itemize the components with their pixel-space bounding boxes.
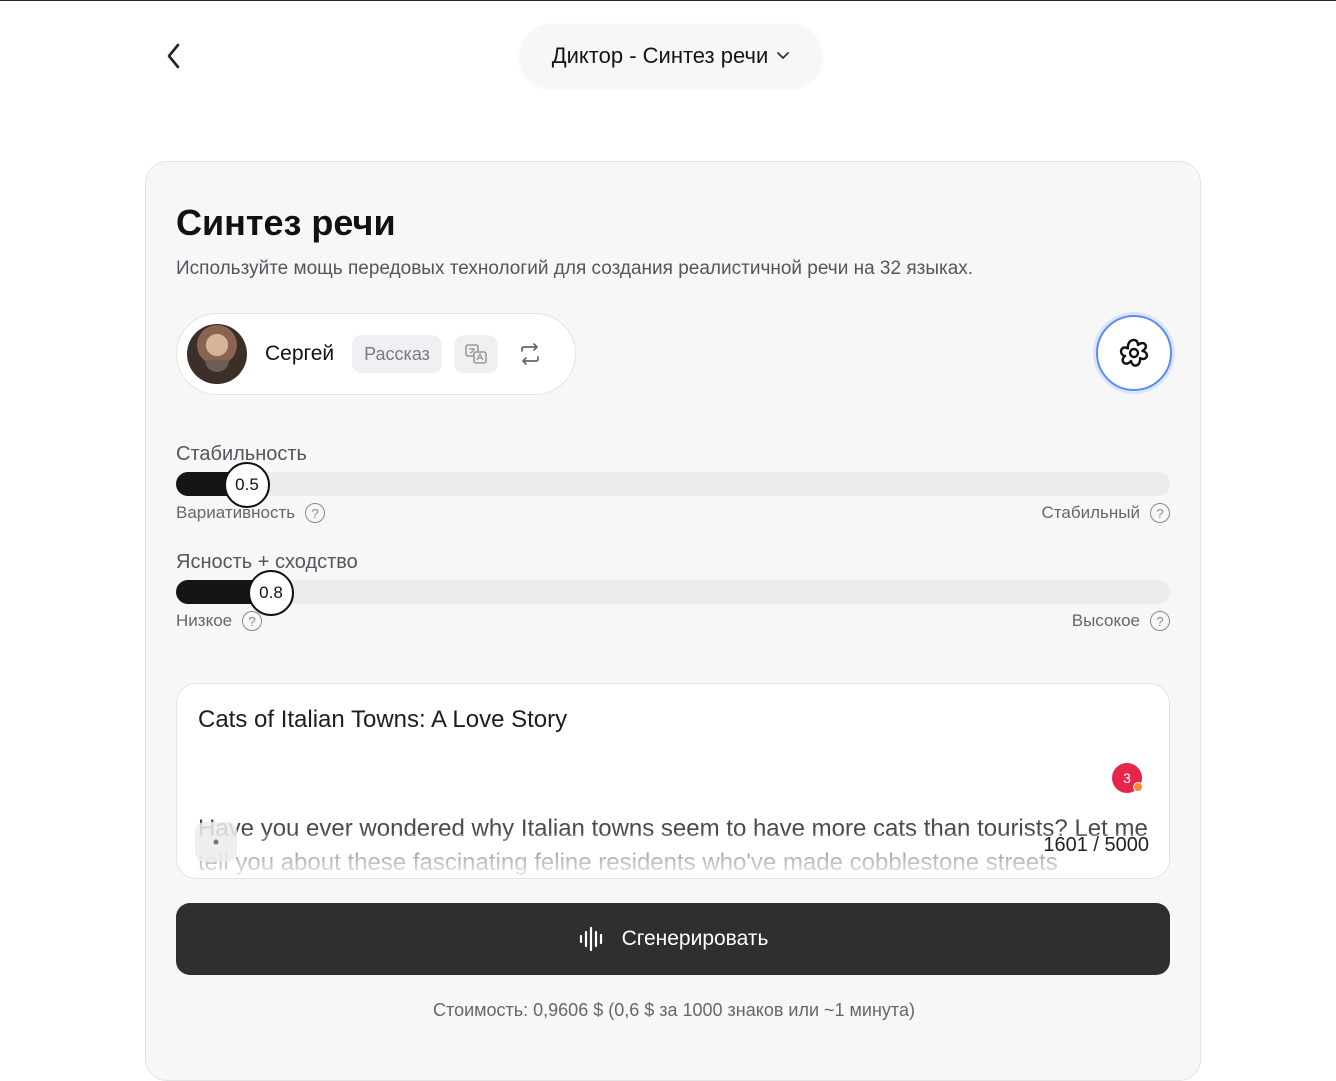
settings-button[interactable] <box>1096 315 1172 391</box>
stability-max-label: Стабильный ? <box>1042 503 1170 523</box>
generate-label: Сгенерировать <box>621 927 769 950</box>
generate-button[interactable]: Сгенерировать <box>176 903 1170 975</box>
clarity-max-label: Высокое ? <box>1072 611 1170 631</box>
question-icon[interactable]: ? <box>305 503 326 523</box>
clarity-thumb[interactable]: 0.8 <box>248 570 294 616</box>
voice-style-tag[interactable]: Рассказ <box>352 335 442 373</box>
swap-icon <box>521 343 539 365</box>
top-border <box>0 0 1336 1</box>
clarity-min-text: Низкое <box>176 611 233 630</box>
waveform-icon <box>579 926 602 952</box>
text-title: Cats of Italian Towns: A Love Story <box>198 706 568 733</box>
voice-mode-dropdown[interactable]: Диктор - Синтез речи <box>520 24 822 88</box>
stability-value: 0.5 <box>235 475 259 494</box>
clarity-slider[interactable]: 0.8 <box>176 570 1170 616</box>
settings-flower-icon <box>1119 338 1149 367</box>
question-icon[interactable]: ? <box>1150 503 1170 523</box>
text-input-area[interactable]: Cats of Italian Towns: A Love Story Have… <box>176 683 1170 879</box>
stability-min-label: Вариативность ? <box>176 503 326 523</box>
card-subtitle: Используйте мощь передовых технологий дл… <box>176 258 974 279</box>
stability-min-text: Вариативность <box>176 503 296 522</box>
chevron-left-icon <box>167 43 180 69</box>
voice-selector[interactable]: Сергей Рассказ <box>176 313 576 395</box>
translate-button[interactable] <box>453 335 498 373</box>
character-counter: 1601 / 5000 <box>1043 834 1149 856</box>
clarity-max-text: Высокое <box>1071 611 1140 630</box>
speech-synthesis-card: Синтез речи Используйте мощь передовых т… <box>145 161 1201 1081</box>
badge-status-dot <box>1133 782 1143 792</box>
stability-thumb[interactable]: 0.5 <box>224 462 270 508</box>
text-fade-overlay <box>177 834 1169 878</box>
avatar <box>187 324 247 384</box>
cost-info: Стоимость: 0,9606 $ (0,6 $ за 1000 знако… <box>433 1000 915 1020</box>
question-icon[interactable]: ? <box>1150 611 1170 631</box>
translate-icon <box>465 344 487 364</box>
dot-icon <box>213 839 219 845</box>
stability-slider[interactable]: 0.5 <box>176 462 1170 508</box>
card-title: Синтез речи <box>176 202 396 243</box>
page-title: Диктор - Синтез речи <box>551 43 769 68</box>
expand-text-button[interactable] <box>195 822 237 862</box>
clarity-value: 0.8 <box>259 583 283 602</box>
back-button[interactable] <box>158 38 190 74</box>
stability-max-text: Стабильный <box>1041 503 1140 522</box>
question-icon[interactable]: ? <box>242 611 263 631</box>
voice-name: Сергей <box>265 342 335 365</box>
clarity-min-label: Низкое ? <box>176 611 263 631</box>
chevron-down-icon <box>777 52 790 60</box>
swap-voice-button[interactable] <box>510 335 550 373</box>
